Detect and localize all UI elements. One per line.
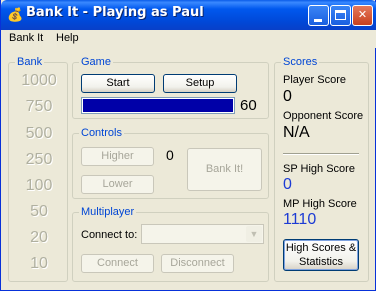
minimize-icon [314,19,322,22]
high-scores-button-line2: Statistics [298,256,343,268]
scores-group-label: Scores [281,56,320,68]
game-group: Game Start Setup 60 [72,56,269,119]
bank-it-button[interactable]: Bank It! [187,148,262,191]
player-score-value: 0 [283,88,292,105]
bank-value: 100 [25,177,53,194]
high-scores-statistics-button[interactable]: High Scores & Statistics [283,239,359,271]
chevron-down-icon[interactable]: ▼ [246,226,262,242]
sp-high-score-value: 0 [283,176,292,193]
close-button[interactable]: ✕ [352,5,373,26]
title-bar[interactable]: 💰 Bank It - Playing as Paul ✕ [1,0,376,30]
connect-to-label: Connect to: [81,229,138,241]
controls-group-label: Controls [79,127,124,139]
opponent-score-label: Opponent Score [283,110,364,122]
bank-group: Bank 1000 750 500 250 100 50 20 10 [8,56,68,282]
bank-value: 250 [25,151,53,168]
scores-group: Scores Player Score 0 Opponent Score N/A… [274,56,369,282]
lower-button[interactable]: Lower [81,175,154,194]
bank-value: 50 [30,203,48,220]
setup-button[interactable]: Setup [163,74,237,93]
disconnect-button[interactable]: Disconnect [161,254,234,273]
maximize-icon [335,10,346,20]
window-title: Bank It - Playing as Paul [26,5,204,20]
opponent-score-value: N/A [283,124,310,141]
menu-bar: Bank It Help [1,30,376,48]
control-value: 0 [166,147,174,163]
game-group-label: Game [79,56,113,68]
multiplayer-group: Multiplayer Connect to: ▼ Connect Discon… [72,206,269,282]
menu-help[interactable]: Help [56,32,79,44]
mp-high-score-label: MP High Score [283,198,357,210]
high-scores-button-line1: High Scores & [285,242,357,254]
multiplayer-group-label: Multiplayer [79,206,137,218]
money-bag-icon[interactable]: 💰 [7,7,23,23]
higher-button[interactable]: Higher [81,147,154,166]
app-window: 💰 Bank It - Playing as Paul ✕ Bank It He… [0,0,376,291]
mp-high-score-value: 1110 [283,211,317,228]
bank-value: 750 [25,98,53,115]
connect-to-select[interactable]: ▼ [141,224,264,244]
timer-progress-fill [83,99,233,112]
maximize-button[interactable] [330,5,351,26]
timer-value: 60 [240,97,257,114]
bank-value: 500 [25,125,53,142]
minimize-button[interactable] [308,5,329,26]
bank-value: 20 [30,229,48,246]
menu-bank-it[interactable]: Bank It [9,32,43,44]
sp-high-score-label: SP High Score [283,163,355,175]
bank-value: 10 [30,255,48,272]
timer-progress-bar [81,97,235,114]
close-icon: ✕ [357,9,368,21]
bank-value: 1000 [21,72,57,89]
bank-group-label: Bank [15,56,45,68]
scores-divider [283,153,359,155]
start-button[interactable]: Start [81,74,155,93]
player-score-label: Player Score [283,74,346,86]
connect-button[interactable]: Connect [81,254,154,273]
controls-group: Controls Higher 0 Lower Bank It! [72,127,269,199]
